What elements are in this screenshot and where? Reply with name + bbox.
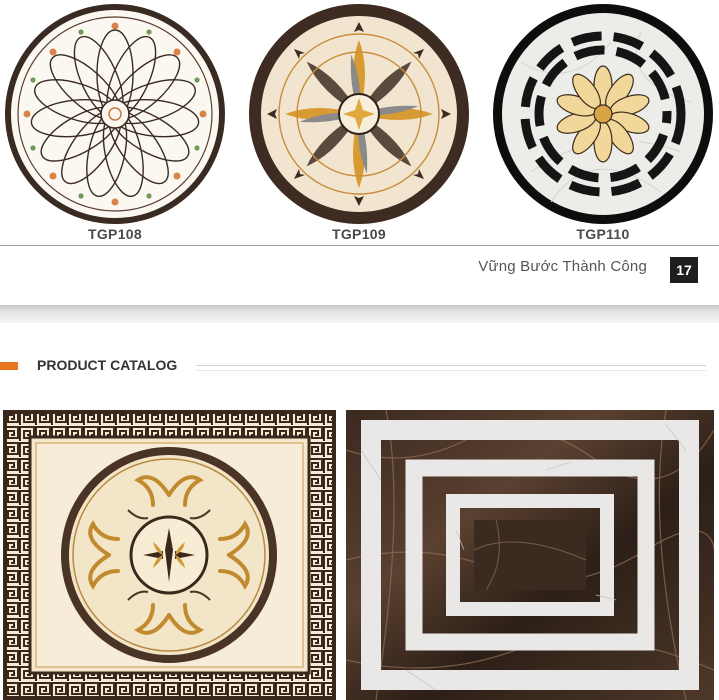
section-divider-secondary [196,370,706,371]
catalog-page-upper: TGP108 TGP109 TGP110 Vững Bước Thành Côn… [0,0,719,305]
product-code-label: TGP110 [576,226,630,242]
medallion-tgp108-image [3,2,227,226]
medallion-tgp110-image [491,2,715,226]
nested-rectangles-marble-tile-image [346,410,714,700]
footer-slogan: Vững Bước Thành Công [478,258,647,275]
section-title: PRODUCT CATALOG [37,357,178,373]
greek-key-medallion-tile-image [3,410,336,700]
page-number-badge: 17 [670,257,698,283]
footer-divider [0,245,719,246]
medallion-tgp109-image [247,2,471,226]
catalog-page-lower: PRODUCT CATALOG [0,323,719,700]
section-divider [196,365,706,366]
section-accent-bar [0,362,18,370]
product-code-label: TGP109 [332,226,386,242]
product-code-label: TGP108 [88,226,142,242]
page-separator [0,305,719,323]
